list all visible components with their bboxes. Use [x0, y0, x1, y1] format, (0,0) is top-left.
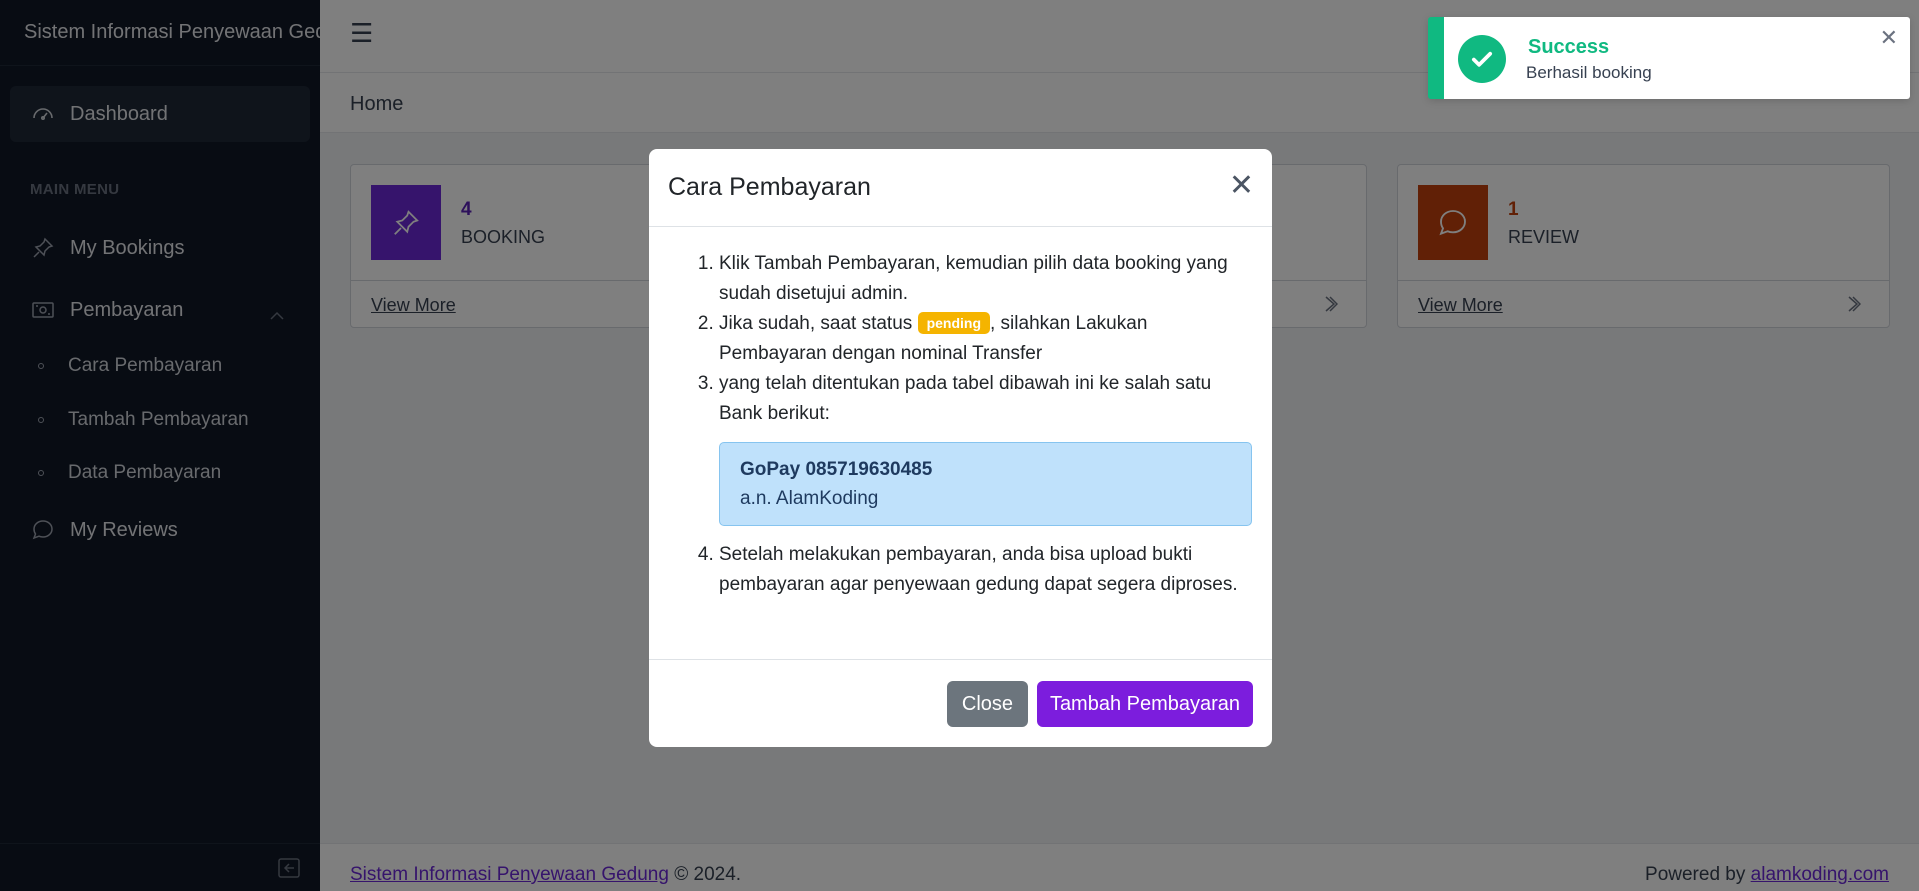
close-icon[interactable]: ✕	[1880, 25, 1898, 51]
add-payment-button[interactable]: Tambah Pembayaran	[1037, 681, 1253, 727]
check-circle-icon	[1458, 35, 1506, 83]
steps-list: Klik Tambah Pembayaran, kemudian pilih d…	[669, 249, 1252, 600]
bank-account: GoPay 085719630485	[740, 459, 933, 480]
modal-body: Klik Tambah Pembayaran, kemudian pilih d…	[649, 227, 1272, 600]
bank-info-box: GoPay 085719630485 a.n. AlamKoding	[719, 442, 1252, 526]
step-2-text: Jika sudah, saat status	[719, 313, 918, 334]
modal-title: Cara Pembayaran	[668, 173, 871, 201]
modal-header: Cara Pembayaran ✕	[649, 149, 1272, 227]
success-toast: Success Berhasil booking ✕	[1428, 17, 1910, 99]
toast-message: Berhasil booking	[1526, 63, 1652, 82]
step-1: Klik Tambah Pembayaran, kemudian pilih d…	[719, 249, 1252, 309]
close-icon[interactable]: ✕	[1229, 171, 1254, 201]
step-2: Jika sudah, saat status pending, silahka…	[719, 309, 1252, 369]
bank-owner: a.n. AlamKoding	[740, 488, 879, 509]
modal-footer: Close Tambah Pembayaran	[649, 659, 1272, 747]
status-badge: pending	[917, 312, 990, 334]
step-3-text: yang telah ditentukan pada tabel dibawah…	[719, 373, 1212, 424]
step-4: Setelah melakukan pembayaran, anda bisa …	[719, 540, 1252, 600]
toast-title: Success	[1528, 36, 1610, 58]
step-3: yang telah ditentukan pada tabel dibawah…	[719, 369, 1252, 526]
payment-instructions-modal: Cara Pembayaran ✕ Klik Tambah Pembayaran…	[649, 149, 1272, 747]
close-button[interactable]: Close	[947, 681, 1028, 727]
